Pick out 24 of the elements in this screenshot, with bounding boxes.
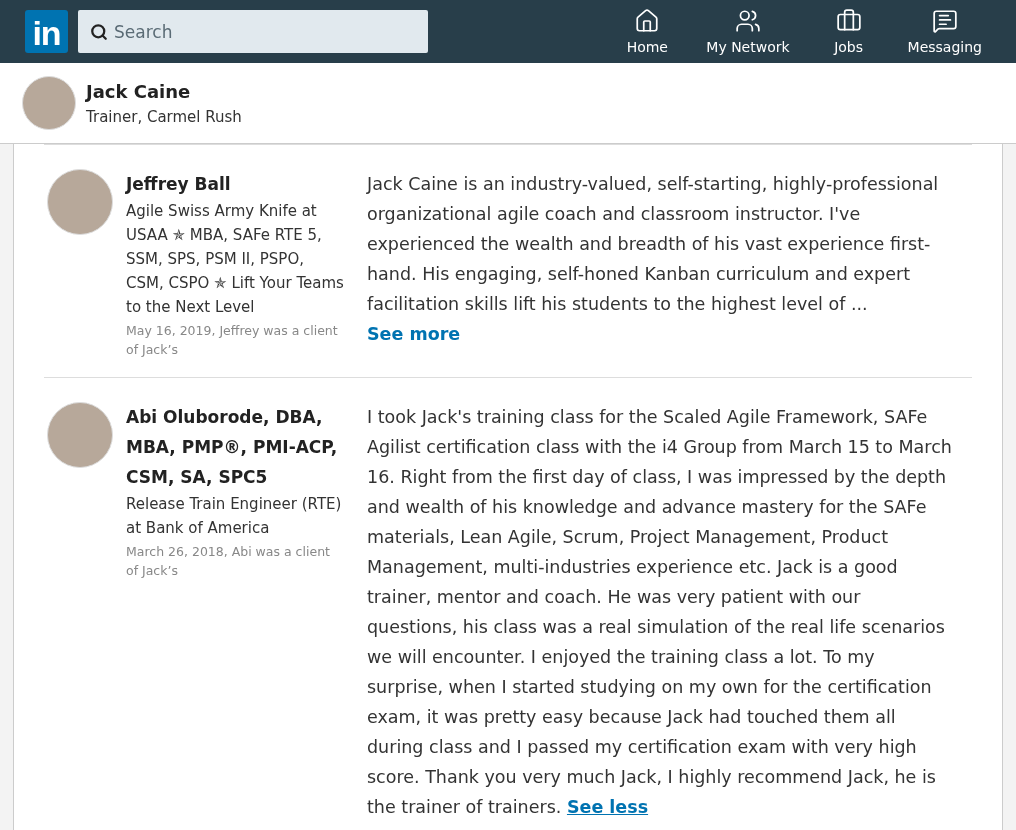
- profile-name: Jack Caine: [86, 80, 192, 102]
- see-more-link[interactable]: See more: [367, 324, 461, 344]
- recommendation-date: May 16, 2019, Jeffrey was a client of Jack’s: [126, 322, 339, 359]
- recommendation-text: I took Jack's training class for the Scaled Agile Framework, SAFe Agilist certification class with the i4 Group from March 15 to March 16. Right from the first day of class, I was impressed by the depth and wealth of his knowledge and advance mastery for the SAFe materials, Lean Agile, Scrum, Project Management, Product Management, multi-industries experience etc. Jack is a good trainer, mentor and coach. He was very patient with our questions, his class was a real simulation of the real life scenarios we will encounter. I enjoyed the training class a lot. To my surprise, when I started studying on my own for the certification exam, it was pretty easy because Jack had touched them all during class and I passed my certification exam with very high score. Thank you very much Jack, I highly recommend Jack, he is the trainer of trainers. See less: [367, 406, 953, 819]
- search-icon: [90, 23, 108, 41]
- recommendation-text: Jack Caine is an industry-valued, self-starting, highly-professional organizational agile coach and classroom instructor. I've experienced the wealth and breadth of his vast experience first-hand. His engaging, self-honed Kanban curriculum and expert facilitation skills lift his students to the highest level of ... See more: [367, 173, 940, 346]
- recommendation-date: March 26, 2018, Abi was a client of Jack’s: [126, 543, 331, 580]
- logo[interactable]: in: [25, 10, 68, 53]
- home-icon: [634, 8, 661, 34]
- recommender-name[interactable]: Abi Oluborode, DBA, MBA, PMP®, PMI-ACP, CSM, SA, SPC5: [126, 402, 345, 492]
- people-icon: [734, 8, 761, 34]
- recommender-headline: Release Train Engineer (RTE) at Bank of America: [126, 494, 343, 539]
- nav-item[interactable]: Messaging: [895, 8, 994, 55]
- see-less-link[interactable]: See less: [566, 797, 649, 817]
- briefcase-icon: [835, 8, 862, 34]
- profile-headline: Trainer, Carmel Rush: [86, 107, 242, 126]
- nav-item[interactable]: My Network: [694, 8, 802, 55]
- nav-item[interactable]: Home: [600, 8, 695, 55]
- search-field[interactable]: Search: [78, 10, 428, 53]
- avatar: [22, 76, 76, 130]
- recommender-name[interactable]: Jeffrey Ball: [126, 169, 345, 199]
- chat-icon: [931, 8, 958, 34]
- nav-item[interactable]: Jobs: [801, 8, 896, 55]
- recommender-headline: Agile Swiss Army Knife at USAA ✯ MBA, SAFe RTE 5, SSM, SPS, PSM II, PSPO, CSM, CSPO ✯ Lift Your Teams to the Next Level: [126, 201, 345, 318]
